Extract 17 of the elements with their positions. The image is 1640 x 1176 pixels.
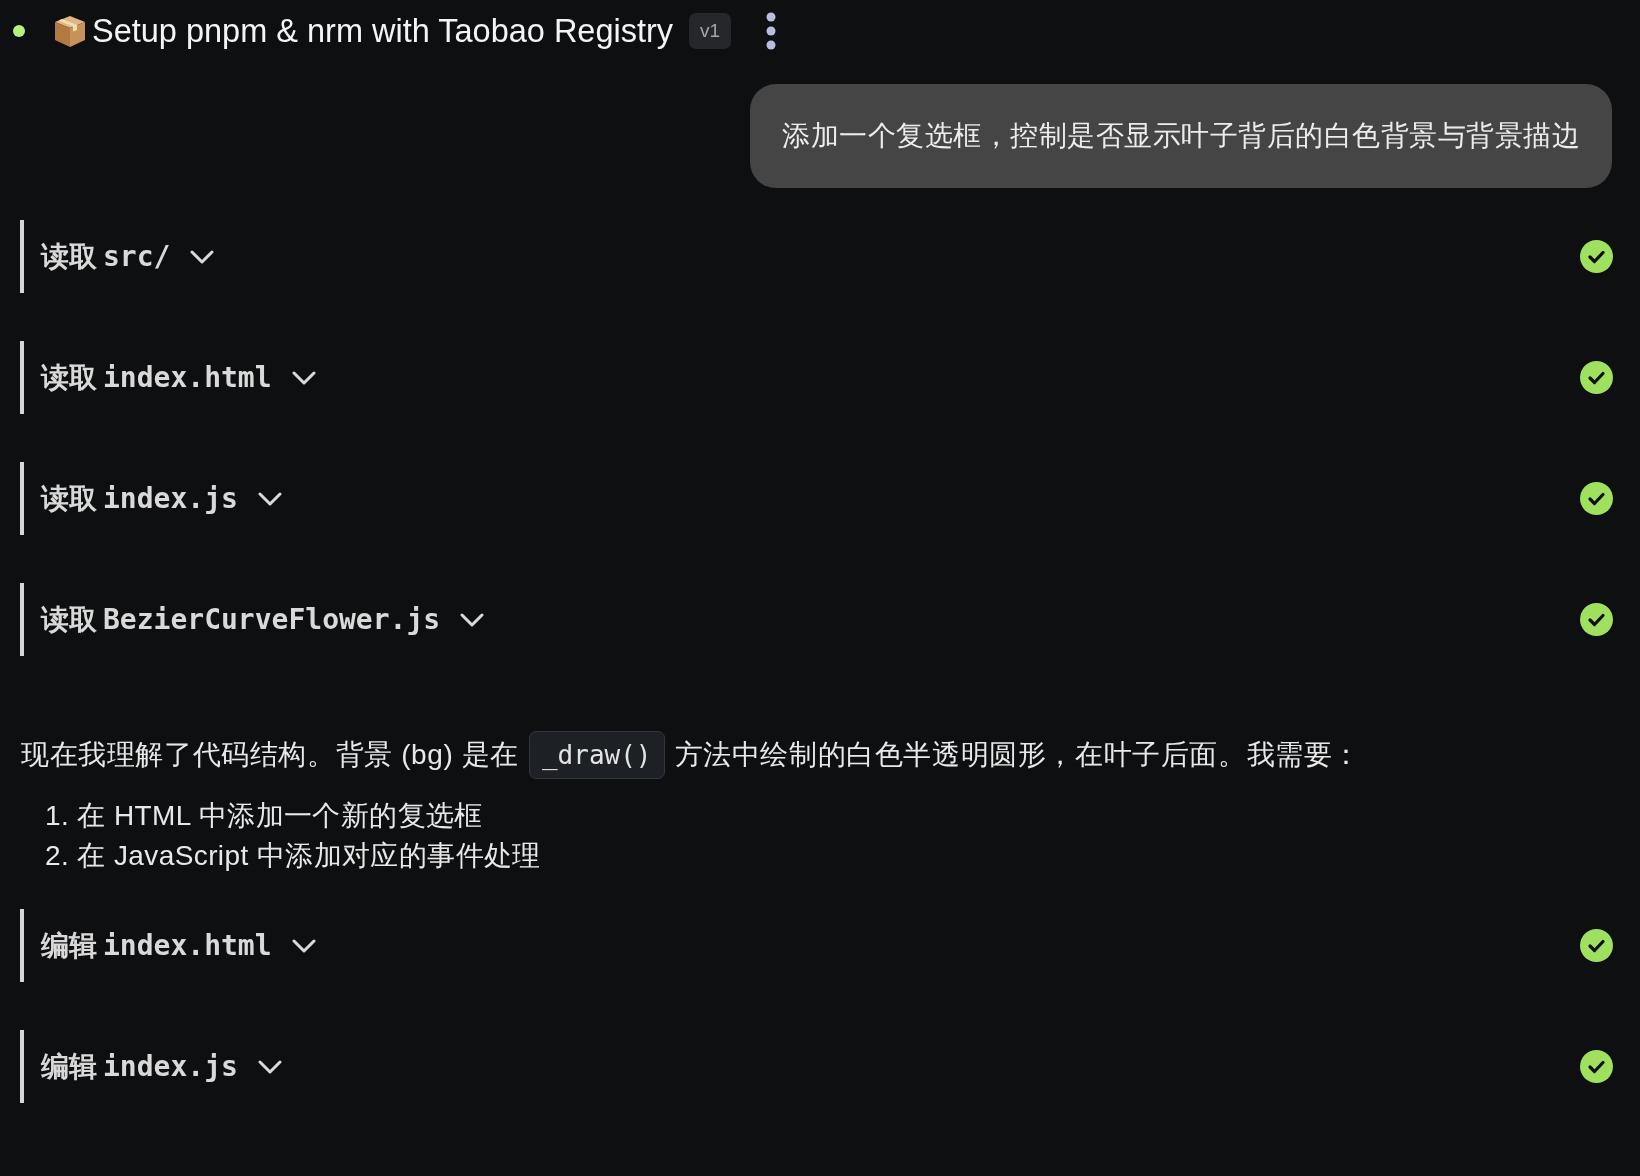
tool-call-toggle[interactable]: 读取 BezierCurveFlower.js [41, 600, 485, 639]
message-text: 现在我理解了代码结构。背景 (bg) 是在 [21, 738, 519, 772]
list-item: 1. 在 HTML 中添加一个新的复选框 [45, 799, 483, 833]
user-message: 添加一个复选框，控制是否显示叶子背后的白色背景与背景描边 [750, 84, 1612, 188]
box-icon [52, 13, 88, 49]
inline-code: _draw() [528, 731, 665, 779]
status-dot-icon [13, 25, 25, 37]
list-item: 2. 在 JavaScript 中添加对应的事件处理 [45, 839, 541, 873]
tool-call-toggle[interactable]: 编辑 index.html [41, 926, 316, 965]
tool-call-toggle[interactable]: 读取 index.html [41, 358, 316, 397]
tool-call-toggle[interactable]: 读取 index.js [41, 479, 282, 518]
tool-call-toggle[interactable]: 编辑 index.js [41, 1047, 282, 1086]
tool-call-toggle[interactable]: 读取 src/ [41, 237, 215, 276]
version-tag[interactable]: v1 [689, 13, 732, 49]
more-menu-icon[interactable] [766, 12, 777, 50]
message-text: 方法中绘制的白色半透明圆形，在叶子后面。我需要： [674, 738, 1361, 772]
conversation-title: Setup pnpm & nrm with Taobao Registry [92, 12, 674, 50]
